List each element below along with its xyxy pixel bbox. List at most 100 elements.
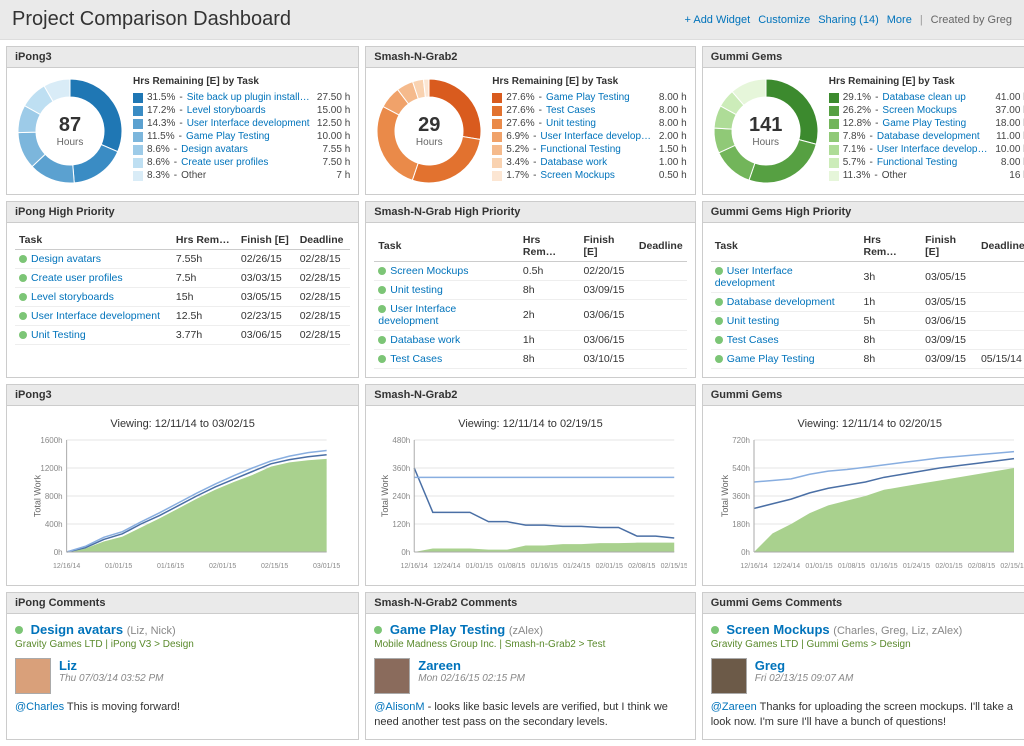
donut-center-hours: 87 [57, 114, 84, 137]
hp-task-link[interactable]: Unit testing [390, 284, 443, 296]
legend-pct: 27.6% [506, 92, 534, 103]
legend-pct: 1.7% [506, 170, 529, 181]
comment-mention[interactable]: @AlisonM [374, 701, 424, 713]
comment-mention[interactable]: @Charles [15, 701, 64, 713]
col-finish[interactable]: Finish [E] [579, 231, 634, 262]
hp-task-link[interactable]: Design avatars [31, 253, 101, 265]
comment-task-link[interactable]: Screen Mockups [726, 622, 829, 637]
hp-hrs: 8h [860, 350, 922, 369]
svg-text:12/24/14: 12/24/14 [433, 563, 460, 570]
legend-task-link[interactable]: Level storyboards [187, 105, 313, 116]
add-widget-link[interactable]: + Add Widget [684, 14, 750, 26]
legend-task-link[interactable]: Database development [877, 131, 992, 142]
col-task[interactable]: Task [15, 231, 172, 250]
comment-task-link[interactable]: Game Play Testing [390, 622, 505, 637]
hp-hrs: 3h [860, 262, 922, 293]
table-row: Database development 1h 03/05/15 [711, 293, 1024, 312]
hp-task-link[interactable]: User Interface development [31, 310, 160, 322]
legend-task-link[interactable]: Test Cases [546, 105, 655, 116]
hp-task-link[interactable]: Unit testing [727, 315, 780, 327]
avatar[interactable] [711, 658, 747, 694]
comment-user-name[interactable]: Zareen [418, 658, 686, 673]
svg-text:01/24/15: 01/24/15 [903, 563, 930, 570]
comment-user-name[interactable]: Liz [59, 658, 350, 673]
customize-link[interactable]: Customize [758, 14, 810, 26]
legend-row: 8.3% - Other 7 h [133, 169, 350, 182]
high-priority-widget: iPong High Priority Task Hrs Rem… Finish… [6, 201, 359, 378]
donut-chart: 141 Hours [711, 76, 821, 186]
sharing-link[interactable]: Sharing (14) [818, 14, 879, 26]
legend-task-link[interactable]: Site back up plugin installation [187, 92, 313, 103]
hp-task-link[interactable]: User Interface development [715, 265, 793, 289]
comment-breadcrumb[interactable]: Mobile Madness Group Inc. | Smash-n-Grab… [374, 639, 686, 650]
comment-breadcrumb[interactable]: Gravity Games LTD | iPong V3 > Design [15, 639, 350, 650]
avatar[interactable] [15, 658, 51, 694]
legend-swatch [492, 132, 502, 142]
col-deadline[interactable]: Deadline [977, 231, 1024, 262]
col-finish[interactable]: Finish [E] [237, 231, 296, 250]
col-deadline[interactable]: Deadline [635, 231, 687, 262]
legend-task-link[interactable]: Game Play Testing [186, 131, 313, 142]
hp-task-link[interactable]: Database work [390, 334, 460, 346]
hp-task-link[interactable]: User Interface development [378, 303, 456, 327]
legend-task-link[interactable]: Design avatars [181, 144, 318, 155]
legend-task-link[interactable]: Game Play Testing [882, 118, 991, 129]
svg-text:1200h: 1200h [40, 464, 62, 473]
legend-task-link[interactable]: User Interface development [187, 118, 313, 129]
comments-widget: Gummi Gems Comments Screen Mockups (Char… [702, 592, 1024, 740]
legend-task-link[interactable]: Functional Testing [540, 144, 655, 155]
widget-title: Smash-N-Grab2 [366, 385, 694, 406]
hp-task-link[interactable]: Level storyboards [31, 291, 114, 303]
legend-pct: 11.3% [843, 170, 871, 181]
legend-task-link[interactable]: User Interface development [540, 131, 655, 142]
comment-text: @Charles This is moving forward! [15, 700, 350, 715]
col-hrs[interactable]: Hrs Rem… [519, 231, 580, 262]
widget-title: Gummi Gems [703, 47, 1024, 68]
col-hrs[interactable]: Hrs Rem… [860, 231, 922, 262]
legend-task-link[interactable]: User Interface development [877, 144, 992, 155]
legend-row: 14.3% - User Interface development 12.50… [133, 117, 350, 130]
comment-mention[interactable]: @Zareen [711, 701, 757, 713]
legend-hours: 18.00 h [995, 118, 1024, 129]
legend-task-link[interactable]: Game Play Testing [546, 92, 655, 103]
hp-task-link[interactable]: Test Cases [727, 334, 779, 346]
legend-task-link[interactable]: Screen Mockups [540, 170, 655, 181]
comment-user-name[interactable]: Greg [755, 658, 1024, 673]
hp-hrs: 1h [519, 331, 580, 350]
legend-task-link[interactable]: Screen Mockups [882, 105, 991, 116]
hp-task-link[interactable]: Unit Testing [31, 329, 86, 341]
col-deadline[interactable]: Deadline [296, 231, 351, 250]
status-dot-icon [711, 626, 719, 634]
legend-pct: 8.6% [147, 144, 170, 155]
hp-hrs: 8h [519, 281, 580, 300]
legend-task-link[interactable]: Functional Testing [877, 157, 997, 168]
legend-pct: 8.6% [147, 157, 170, 168]
table-row: Screen Mockups 0.5h 02/20/15 [374, 262, 686, 281]
comment-breadcrumb[interactable]: Gravity Games LTD | Gummi Gems > Design [711, 639, 1024, 650]
legend-pct: 7.1% [843, 144, 866, 155]
burnup-chart: 1600h1200h800h400h0hTotal Work12/16/1401… [15, 434, 350, 577]
col-task[interactable]: Task [711, 231, 860, 262]
legend-task-link[interactable]: Database clean up [882, 92, 991, 103]
legend-pct: 17.2% [147, 105, 175, 116]
legend-task-link[interactable]: Create user profiles [181, 157, 318, 168]
col-task[interactable]: Task [374, 231, 519, 262]
legend-swatch [492, 119, 502, 129]
comment-task-link[interactable]: Design avatars [31, 622, 124, 637]
legend-row: 27.6% - Unit testing 8.00 h [492, 117, 686, 130]
more-link[interactable]: More [887, 14, 912, 26]
hp-task-link[interactable]: Game Play Testing [727, 353, 815, 365]
col-hrs[interactable]: Hrs Rem… [172, 231, 237, 250]
table-row: Design avatars 7.55h 02/26/15 02/28/15 [15, 250, 350, 269]
col-finish[interactable]: Finish [E] [921, 231, 977, 262]
hp-task-link[interactable]: Create user profiles [31, 272, 123, 284]
avatar[interactable] [374, 658, 410, 694]
hp-hrs: 8h [519, 350, 580, 369]
svg-text:0h: 0h [402, 548, 411, 557]
legend-task-link[interactable]: Database work [540, 157, 655, 168]
hp-task-link[interactable]: Screen Mockups [390, 265, 468, 277]
legend-row: 5.7% - Functional Testing 8.00 h [829, 156, 1024, 169]
hp-task-link[interactable]: Test Cases [390, 353, 442, 365]
legend-task-link[interactable]: Unit testing [546, 118, 655, 129]
hp-task-link[interactable]: Database development [727, 296, 835, 308]
